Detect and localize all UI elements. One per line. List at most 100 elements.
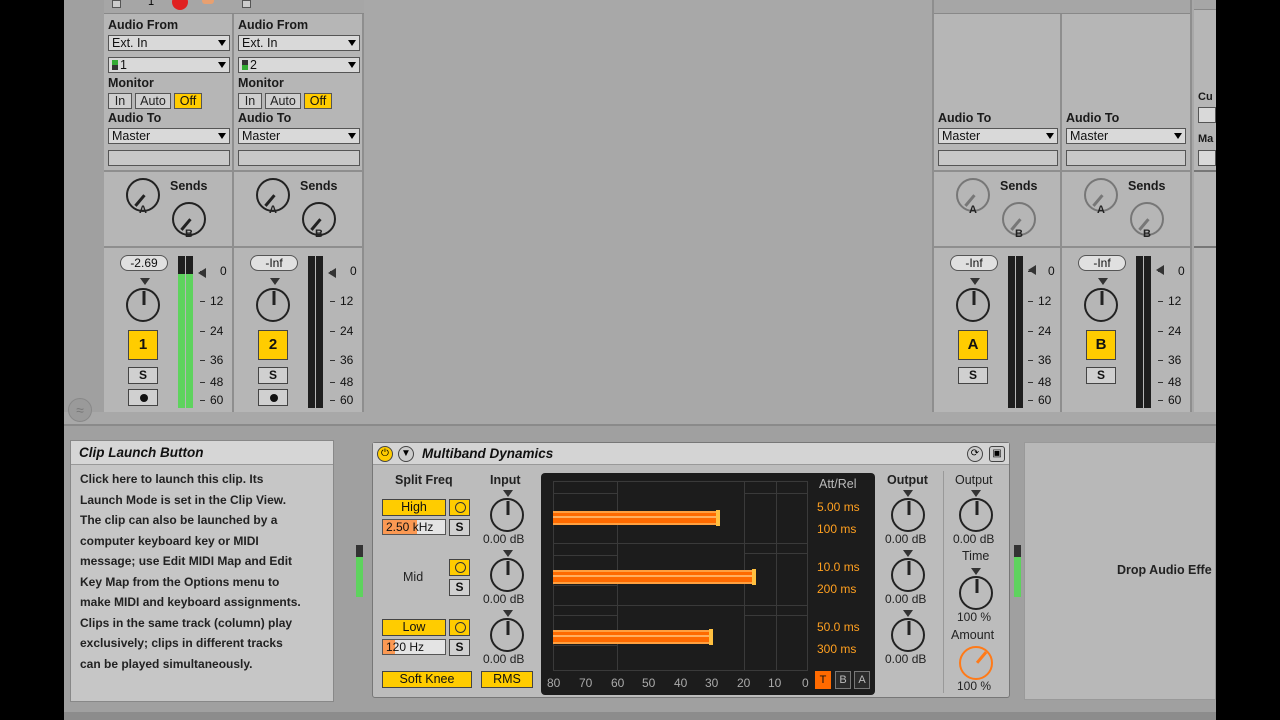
low-solo-button[interactable]: S <box>449 639 470 656</box>
sub-routing-box[interactable] <box>108 150 230 166</box>
output-mid-knob[interactable] <box>891 558 925 592</box>
mode-b-button[interactable]: B <box>835 671 851 689</box>
save-preset-icon[interactable]: ▣ <box>989 446 1005 462</box>
fader-handle-icon[interactable] <box>1028 265 1036 275</box>
track-activator-button[interactable]: B <box>1086 330 1116 360</box>
mode-a-button[interactable]: A <box>854 671 870 689</box>
meter-scale-label: 60 <box>1168 393 1182 407</box>
high-release[interactable]: 100 ms <box>817 522 856 536</box>
cue-out-select[interactable] <box>1198 107 1216 123</box>
pan-knob[interactable] <box>126 288 160 322</box>
rms-button[interactable]: RMS <box>481 671 533 688</box>
low-band-button[interactable]: Low <box>382 619 446 636</box>
soft-knee-button[interactable]: Soft Knee <box>382 671 472 688</box>
monitor-off-button[interactable]: Off <box>304 93 332 109</box>
monitor-auto-button[interactable]: Auto <box>135 93 171 109</box>
pan-knob[interactable] <box>1084 288 1118 322</box>
pan-knob[interactable] <box>956 288 990 322</box>
mid-attack[interactable]: 10.0 ms <box>817 560 860 574</box>
audio-to-select[interactable]: Master <box>108 128 230 144</box>
master-out-select[interactable] <box>1198 150 1216 166</box>
record-arm-button[interactable] <box>128 389 158 406</box>
volume-display[interactable]: -Inf <box>950 255 998 271</box>
bottom-scrollbar[interactable] <box>64 712 1216 720</box>
output-high-knob[interactable] <box>891 498 925 532</box>
input-channel-select[interactable]: 2 <box>238 57 360 73</box>
monitor-off-button[interactable]: Off <box>174 93 202 109</box>
meter-scale-label: 36 <box>1038 353 1052 367</box>
low-band-power-icon[interactable] <box>449 619 470 636</box>
audio-from-select[interactable]: Ext. In <box>238 35 360 51</box>
audio-from-select[interactable]: Ext. In <box>108 35 230 51</box>
low-band-meter-bar <box>553 629 713 645</box>
input-mid-knob[interactable] <box>490 558 524 592</box>
volume-display[interactable]: -Inf <box>1078 255 1126 271</box>
axis-tick: 10 <box>768 676 782 690</box>
track-activator-button[interactable]: 1 <box>128 330 158 360</box>
track-activator-button[interactable]: A <box>958 330 988 360</box>
fader-handle-icon[interactable] <box>328 268 336 278</box>
monitor-auto-button[interactable]: Auto <box>265 93 301 109</box>
low-attack[interactable]: 50.0 ms <box>817 620 860 634</box>
input-low-knob[interactable] <box>490 618 524 652</box>
volume-display[interactable]: -2.69 <box>120 255 168 271</box>
volume-display[interactable]: -Inf <box>250 255 298 271</box>
meter-scale-tick <box>330 301 335 302</box>
high-band-button[interactable]: High <box>382 499 446 516</box>
low-freq-field[interactable]: 120 Hz <box>382 639 446 655</box>
mid-band-power-icon[interactable] <box>449 559 470 576</box>
dynamics-display[interactable]: Att/Rel 5.00 ms 100 ms 10.0 ms 200 ms 50… <box>541 473 875 695</box>
high-attack[interactable]: 5.00 ms <box>817 500 860 514</box>
input-high-knob[interactable] <box>490 498 524 532</box>
axis-tick: 0 <box>802 676 809 690</box>
time-knob[interactable] <box>959 576 993 610</box>
meter-scale-label: 0 <box>220 264 227 278</box>
send-b-letter: B <box>1143 228 1151 240</box>
audio-to-select[interactable]: Master <box>938 128 1058 144</box>
record-arm-button[interactable] <box>258 389 288 406</box>
chevron-down-icon <box>348 133 356 139</box>
high-freq-field[interactable]: 2.50 kHz <box>382 519 446 535</box>
hot-swap-icon[interactable]: ⟳ <box>967 446 983 462</box>
low-release[interactable]: 300 ms <box>817 642 856 656</box>
input-channel-select[interactable]: 1 <box>108 57 230 73</box>
info-line: make MIDI and keyboard assignments. <box>80 595 301 609</box>
device-power-icon[interactable]: ⏻ <box>377 446 393 462</box>
meter-scale-label: 36 <box>1168 353 1182 367</box>
send-b-letter: B <box>315 228 323 240</box>
audio-to-select[interactable]: Master <box>1066 128 1186 144</box>
high-band-power-icon[interactable] <box>449 499 470 516</box>
chevron-down-icon <box>1046 133 1054 139</box>
meter-scale-tick <box>200 271 205 272</box>
mid-solo-button[interactable]: S <box>449 579 470 596</box>
empty-track-area[interactable] <box>366 0 930 412</box>
solo-button[interactable]: S <box>128 367 158 384</box>
meter-scale-tick <box>330 382 335 383</box>
axis-tick: 80 <box>547 676 561 690</box>
clip-stop-button[interactable] <box>242 0 251 8</box>
mid-release[interactable]: 200 ms <box>817 582 856 596</box>
audio-to-select[interactable]: Master <box>238 128 360 144</box>
solo-button[interactable]: S <box>1086 367 1116 384</box>
sub-routing-box[interactable] <box>938 150 1058 166</box>
mode-t-button[interactable]: T <box>815 671 831 689</box>
monitor-in-button[interactable]: In <box>238 93 262 109</box>
pan-knob[interactable] <box>256 288 290 322</box>
fader-handle-icon[interactable] <box>1156 265 1164 275</box>
master-output-knob[interactable] <box>959 498 993 532</box>
device-fold-icon[interactable]: ▼ <box>398 446 414 462</box>
high-solo-button[interactable]: S <box>449 519 470 536</box>
audio-from-label: Audio From <box>238 18 309 32</box>
solo-button[interactable]: S <box>258 367 288 384</box>
output-low-knob[interactable] <box>891 618 925 652</box>
sub-routing-box[interactable] <box>238 150 360 166</box>
sub-routing-box[interactable] <box>1066 150 1186 166</box>
monitor-in-button[interactable]: In <box>108 93 132 109</box>
clip-stop-button[interactable] <box>112 0 121 8</box>
amount-knob[interactable] <box>959 646 993 680</box>
arm-button[interactable] <box>172 0 188 10</box>
solo-button[interactable]: S <box>958 367 988 384</box>
fader-handle-icon[interactable] <box>198 268 206 278</box>
track-activator-button[interactable]: 2 <box>258 330 288 360</box>
drop-audio-effects-area[interactable]: Drop Audio Effe <box>1024 442 1216 700</box>
